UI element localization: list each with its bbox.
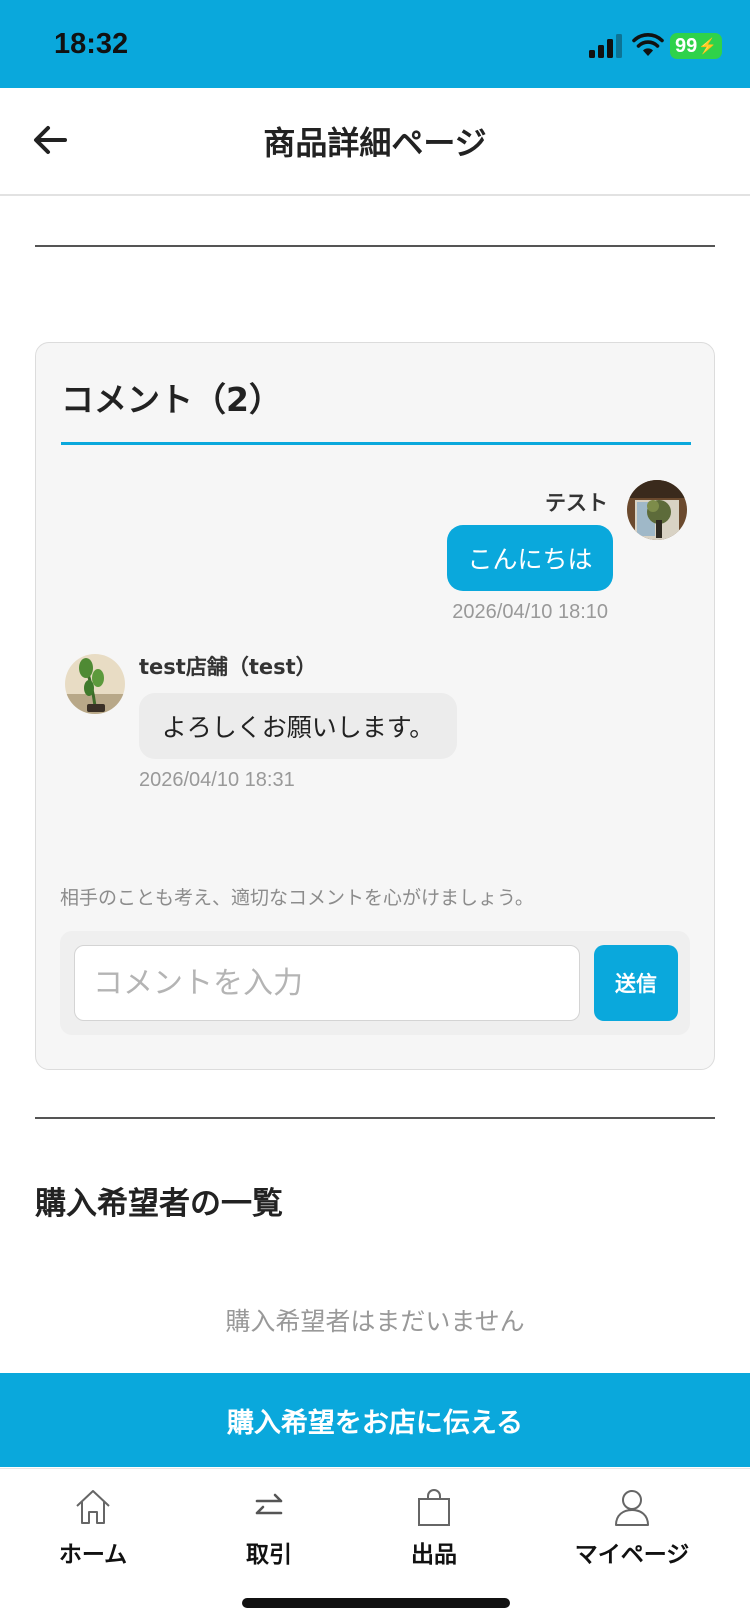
comment-heading-underline [61,442,691,445]
avatar[interactable] [627,480,687,540]
tab-label: 出品 [411,1542,457,1568]
tab-listing[interactable]: 出品 [354,1469,514,1579]
status-bar: 18:32 99 ⚡ [0,0,750,88]
comment-guideline: 相手のことも考え、適切なコメントを心がけましょう。 [60,887,534,909]
shop-photo-icon [65,654,125,714]
tab-label: マイページ [574,1542,690,1568]
comment-author: テスト [545,491,608,515]
request-purchase-button[interactable]: 購入希望をお店に伝える [0,1373,750,1467]
comment-bubble: よろしくお願いします。 [139,693,457,759]
tab-label: ホーム [58,1542,128,1568]
comment-timestamp: 2026/04/10 18:10 [452,601,608,623]
battery-icon: 99 ⚡ [670,33,722,59]
comment-input-row: 送信 [60,931,690,1035]
home-indicator [242,1598,510,1608]
purchase-requests-empty: 購入希望者はまだいません [225,1307,525,1336]
purchase-requests-title: 購入希望者の一覧 [35,1186,283,1222]
comment-input[interactable] [74,945,580,1021]
signal-icon [589,34,622,58]
avatar[interactable] [65,654,125,714]
home-icon [76,1490,110,1524]
battery-level: 99 [675,34,698,57]
tab-label: 取引 [246,1542,292,1568]
comment-bubble: こんにちは [447,525,613,591]
person-icon [615,1490,649,1526]
comment-heading: コメント（2） [61,380,282,419]
tab-home[interactable]: ホーム [13,1469,173,1579]
tab-mypage[interactable]: マイページ [552,1469,712,1579]
comment-author: test店舗（test） [139,655,317,679]
section-divider [35,1117,715,1119]
status-time: 18:32 [54,28,129,60]
comment-section: コメント（2） テスト こんにちは 2026/04/10 18:10 test店… [35,342,715,1070]
section-divider [35,245,715,247]
user-photo-icon [627,480,687,540]
tab-transactions[interactable]: 取引 [189,1469,349,1579]
wifi-icon [632,33,664,56]
send-button[interactable]: 送信 [594,945,678,1021]
page-title: 商品詳細ページ [263,124,487,162]
swap-arrows-icon [255,1493,283,1515]
comment-timestamp: 2026/04/10 18:31 [139,769,295,791]
shopping-bag-icon [418,1489,450,1526]
app-header: 商品詳細ページ [0,88,750,196]
